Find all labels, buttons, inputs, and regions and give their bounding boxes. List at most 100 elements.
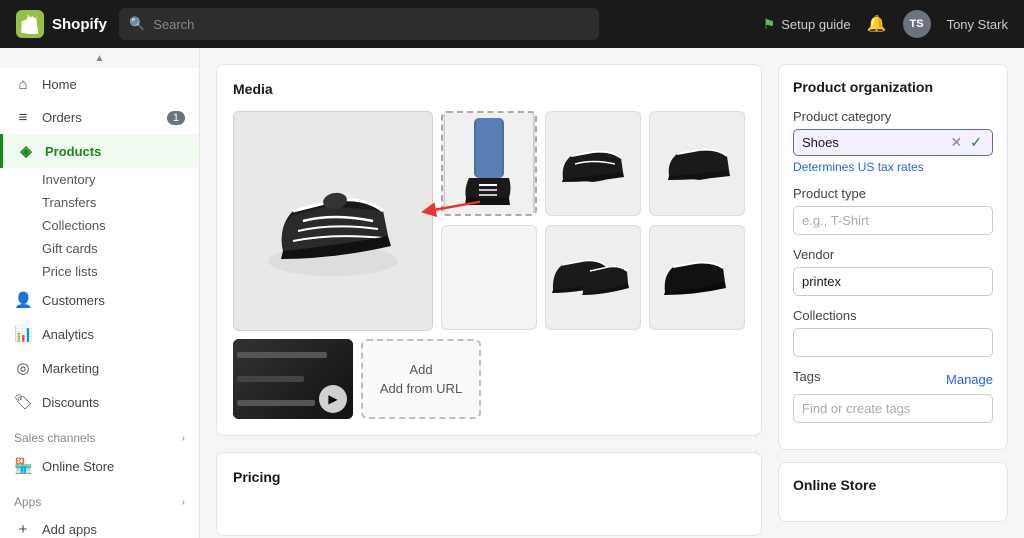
collections-label: Collections bbox=[793, 308, 993, 323]
sidebar-item-label: Orders bbox=[42, 110, 82, 125]
sidebar-item-label: Home bbox=[42, 77, 77, 92]
user-name: Tony Stark bbox=[947, 17, 1008, 32]
notification-bell-icon[interactable]: 🔔 bbox=[867, 14, 887, 34]
product-organization-card: Product organization Product category Sh… bbox=[778, 64, 1008, 450]
sidebar-item-label: Add apps bbox=[42, 522, 97, 537]
product-category-group: Product category Shoes ✕ ✓ Determines US… bbox=[793, 109, 993, 174]
collections-group: Collections bbox=[793, 308, 993, 357]
sidebar-item-orders[interactable]: ≡ Orders 1 bbox=[0, 101, 199, 134]
video-play-icon: ▶ bbox=[319, 385, 347, 413]
analytics-icon: 📊 bbox=[14, 325, 32, 343]
sidebar-item-analytics[interactable]: 📊 Analytics bbox=[0, 317, 199, 351]
manage-tags-link[interactable]: Manage bbox=[946, 372, 993, 387]
vendor-label: Vendor bbox=[793, 247, 993, 262]
category-actions: ✕ ✓ bbox=[949, 134, 984, 151]
online-store-card: Online Store bbox=[778, 462, 1008, 522]
tags-row: Tags Manage bbox=[793, 369, 993, 389]
media-thumb-4 bbox=[545, 225, 641, 330]
sidebar-item-add-apps[interactable]: + Add apps bbox=[0, 513, 199, 538]
category-clear-button[interactable]: ✕ bbox=[949, 134, 965, 151]
online-store-title: Online Store bbox=[793, 477, 993, 493]
sidebar-item-label: Discounts bbox=[42, 395, 99, 410]
media-add-button[interactable]: Add Add from URL bbox=[361, 339, 481, 419]
orders-badge: 1 bbox=[167, 111, 185, 125]
avatar: TS bbox=[903, 10, 931, 38]
sidebar-sub-label: Collections bbox=[42, 218, 106, 233]
sidebar-item-online-store[interactable]: 🏪 Online Store bbox=[0, 449, 199, 483]
main-layout: ▲ ⌂ Home ≡ Orders 1 ◈ Products Inventory… bbox=[0, 48, 1024, 538]
setup-guide-button[interactable]: ⚑ Setup guide bbox=[763, 16, 851, 33]
content-area: Media bbox=[200, 48, 1024, 538]
sidebar-scroll-up[interactable]: ▲ bbox=[0, 48, 199, 68]
sidebar-sub-label: Inventory bbox=[42, 172, 95, 187]
sidebar-item-discounts[interactable]: 🏷 Discounts bbox=[0, 385, 199, 419]
topbar: Shopify 🔍 ⚑ Setup guide 🔔 TS Tony Stark bbox=[0, 0, 1024, 48]
tax-hint: Determines US tax rates bbox=[793, 160, 993, 174]
sidebar-sub-label: Gift cards bbox=[42, 241, 98, 256]
sidebar-item-home[interactable]: ⌂ Home bbox=[0, 68, 199, 101]
sidebar-item-inventory[interactable]: Inventory bbox=[0, 168, 199, 191]
products-icon: ◈ bbox=[17, 142, 35, 160]
sidebar-item-label: Analytics bbox=[42, 327, 94, 342]
shoe-pair-1 bbox=[548, 238, 638, 318]
media-thumb-3 bbox=[649, 111, 745, 216]
logo-area: Shopify bbox=[16, 10, 107, 38]
home-icon: ⌂ bbox=[14, 76, 32, 93]
marketing-icon: ◎ bbox=[14, 359, 32, 377]
main-content: Media bbox=[216, 64, 762, 522]
add-apps-icon: + bbox=[14, 521, 32, 538]
logo-text: Shopify bbox=[52, 16, 107, 33]
shoe-side bbox=[657, 238, 737, 318]
search-bar[interactable]: 🔍 bbox=[119, 8, 599, 40]
shoe-thumb-3 bbox=[657, 124, 737, 204]
tags-input[interactable] bbox=[793, 394, 993, 423]
media-thumb-5 bbox=[649, 225, 745, 330]
category-confirm-button[interactable]: ✓ bbox=[968, 134, 984, 151]
sidebar-item-collections[interactable]: Collections bbox=[0, 214, 199, 237]
media-card: Media bbox=[216, 64, 762, 436]
product-type-group: Product type bbox=[793, 186, 993, 235]
customers-icon: 👤 bbox=[14, 291, 32, 309]
apps-arrow[interactable]: › bbox=[182, 497, 185, 508]
media-thumb-empty bbox=[441, 225, 537, 330]
flag-icon: ⚑ bbox=[763, 16, 776, 33]
sidebar-item-gift-cards[interactable]: Gift cards bbox=[0, 237, 199, 260]
product-organization-title: Product organization bbox=[793, 79, 993, 95]
topbar-right: ⚑ Setup guide 🔔 TS Tony Stark bbox=[763, 10, 1008, 38]
sidebar-item-label: Customers bbox=[42, 293, 105, 308]
shoe-image-main bbox=[253, 141, 413, 301]
search-input[interactable] bbox=[153, 17, 589, 32]
add-from-url-link[interactable]: Add from URL bbox=[380, 381, 462, 396]
search-icon: 🔍 bbox=[129, 16, 145, 32]
online-store-icon: 🏪 bbox=[14, 457, 32, 475]
right-panel: Product organization Product category Sh… bbox=[778, 64, 1008, 522]
sidebar-item-marketing[interactable]: ◎ Marketing bbox=[0, 351, 199, 385]
product-type-input[interactable] bbox=[793, 206, 993, 235]
tags-label: Tags bbox=[793, 369, 820, 384]
sidebar-item-label: Marketing bbox=[42, 361, 99, 376]
sidebar-item-customers[interactable]: 👤 Customers bbox=[0, 283, 199, 317]
add-label[interactable]: Add bbox=[409, 362, 432, 377]
product-type-label: Product type bbox=[793, 186, 993, 201]
sales-channels-arrow[interactable]: › bbox=[182, 433, 185, 444]
category-value: Shoes bbox=[802, 135, 945, 150]
collections-input[interactable] bbox=[793, 328, 993, 357]
vendor-group: Vendor bbox=[793, 247, 993, 296]
category-input-wrap: Shoes ✕ ✓ bbox=[793, 129, 993, 156]
media-bottom-row: ▶ Add Add from URL bbox=[233, 339, 745, 419]
sidebar-item-products[interactable]: ◈ Products bbox=[0, 134, 199, 168]
shopify-logo-icon bbox=[16, 10, 44, 38]
vendor-input[interactable] bbox=[793, 267, 993, 296]
sidebar-sub-label: Transfers bbox=[42, 195, 96, 210]
sidebar-item-transfers[interactable]: Transfers bbox=[0, 191, 199, 214]
media-card-title: Media bbox=[233, 81, 745, 97]
sidebar-item-price-lists[interactable]: Price lists bbox=[0, 260, 199, 283]
sidebar-item-label: Online Store bbox=[42, 459, 114, 474]
sidebar-sub-label: Price lists bbox=[42, 264, 98, 279]
apps-section: Apps › bbox=[0, 483, 199, 513]
discounts-icon: 🏷 bbox=[14, 393, 32, 411]
sales-channels-section: Sales channels › bbox=[0, 419, 199, 449]
orders-icon: ≡ bbox=[14, 109, 32, 126]
sidebar-item-label: Products bbox=[45, 144, 101, 159]
pricing-card-title: Pricing bbox=[233, 469, 745, 485]
